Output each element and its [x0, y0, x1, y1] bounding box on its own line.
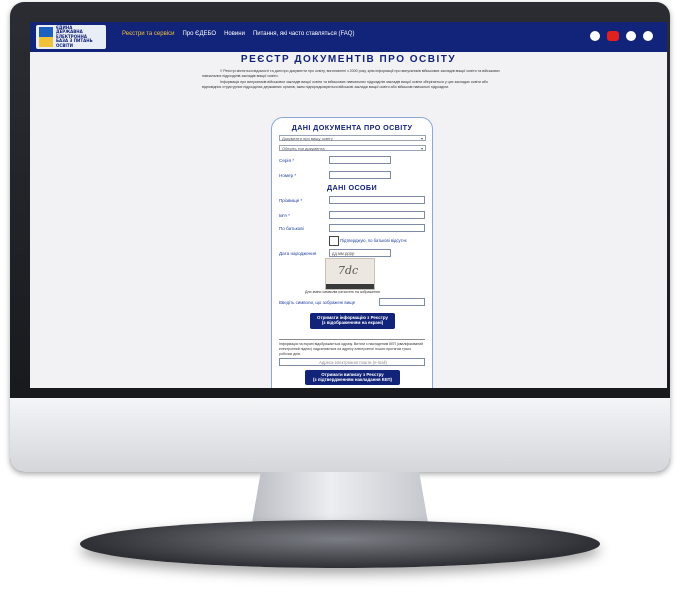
chevron-down-icon: ▾	[420, 146, 423, 151]
surname-label: Прізвище *	[279, 198, 303, 203]
logo-text: ЄДИНА ДЕРЖАВНА ЕЛЕКТРОННА БАЗА З ПИТАНЬ …	[56, 24, 93, 48]
name-input[interactable]	[329, 211, 425, 219]
page-title: РЕЄСТР ДОКУМЕНТІВ ПРО ОСВІТУ	[240, 54, 457, 65]
main-nav: Реєстри та сервіси Про ЄДЕБО Новини Пита…	[122, 31, 354, 37]
number-input[interactable]	[329, 171, 391, 179]
name-label: Ім'я *	[279, 213, 290, 218]
captcha-text: 7dc	[338, 264, 359, 277]
logo-emblem-icon	[39, 27, 53, 47]
birth-date-input[interactable]: дд.мм.рррр	[329, 249, 391, 257]
top-navbar: ЄДИНА ДЕРЖАВНА ЕЛЕКТРОННА БАЗА З ПИТАНЬ …	[30, 22, 667, 52]
doc-type-select-value: Оберіть тип документа	[282, 146, 325, 151]
person-section-title: ДАНІ ОСОБИ	[326, 183, 378, 192]
captcha-refresh-bar[interactable]	[326, 284, 374, 289]
divider	[279, 339, 425, 340]
patronymic-label: По батькові	[279, 226, 304, 231]
doc-kind-select-value: Документи про вищу освіту	[282, 136, 333, 141]
intro-paragraph-2: Інформація про випускників військових за…	[202, 79, 488, 89]
captcha-label: Введіть символи, що зображені вище	[279, 300, 356, 305]
email-note: Інформація на екрані відображається одра…	[279, 342, 424, 356]
captcha-image[interactable]: 7dc	[325, 258, 375, 290]
chevron-down-icon: ▾	[420, 136, 423, 141]
screen: ЄДИНА ДЕРЖАВНА ЕЛЕКТРОННА БАЗА З ПИТАНЬ …	[30, 22, 667, 388]
sound-icon[interactable]	[643, 31, 653, 41]
nav-item-registries[interactable]: Реєстри та сервіси	[122, 31, 174, 37]
captcha-hint: Для зміни символів натисніть на зображен…	[305, 290, 380, 294]
no-patronymic-label: Підтверджую, по батькові відсутнє	[340, 238, 407, 243]
surname-input[interactable]	[329, 196, 425, 204]
get-info-button[interactable]: Отримати інформацію з Реєстру (з відобра…	[310, 313, 395, 329]
captcha-input[interactable]	[379, 298, 425, 306]
edebo-logo[interactable]: ЄДИНА ДЕРЖАВНА ЕЛЕКТРОННА БАЗА З ПИТАНЬ …	[36, 25, 106, 49]
email-input[interactable]: Адреса електронної пошти (e-mail)	[279, 358, 425, 366]
search-form: ДАНІ ДОКУМЕНТА ПРО ОСВІТУ Документи про …	[271, 117, 433, 388]
doc-type-select[interactable]: Оберіть тип документа ▾	[279, 145, 426, 151]
monitor-chin	[10, 398, 670, 472]
intro-paragraph-1: У Реєстрі містяться відомості та дані пр…	[202, 69, 500, 79]
nav-item-news[interactable]: Новини	[224, 31, 245, 37]
doc-section-title: ДАНІ ДОКУМЕНТА ПРО ОСВІТУ	[291, 123, 413, 132]
doc-kind-select[interactable]: Документи про вищу освіту ▾	[279, 135, 426, 141]
nav-item-faq[interactable]: Питання, які часто ставляться (FAQ)	[253, 31, 355, 37]
nav-item-about[interactable]: Про ЄДЕБО	[182, 31, 216, 37]
get-extract-button[interactable]: Отримати виписку з Реєстру (з підтвердже…	[305, 370, 400, 385]
patronymic-input[interactable]	[329, 224, 425, 232]
monitor-stand-base	[80, 520, 600, 568]
email-placeholder: Адреса електронної пошти (e-mail)	[319, 360, 387, 365]
birth-date-placeholder: дд.мм.рррр	[332, 251, 355, 256]
nav-icons	[590, 31, 653, 41]
no-patronymic-checkbox[interactable]	[329, 236, 339, 246]
series-input[interactable]	[329, 156, 391, 164]
intro-text: У Реєстрі містяться відомості та дані пр…	[202, 69, 502, 90]
number-label: Номер *	[279, 173, 297, 178]
low-vision-icon[interactable]	[626, 31, 636, 41]
facebook-icon[interactable]	[590, 31, 600, 41]
birth-date-label: Дата народження	[279, 251, 317, 256]
youtube-icon[interactable]	[607, 31, 619, 41]
series-label: Серія *	[279, 158, 294, 163]
